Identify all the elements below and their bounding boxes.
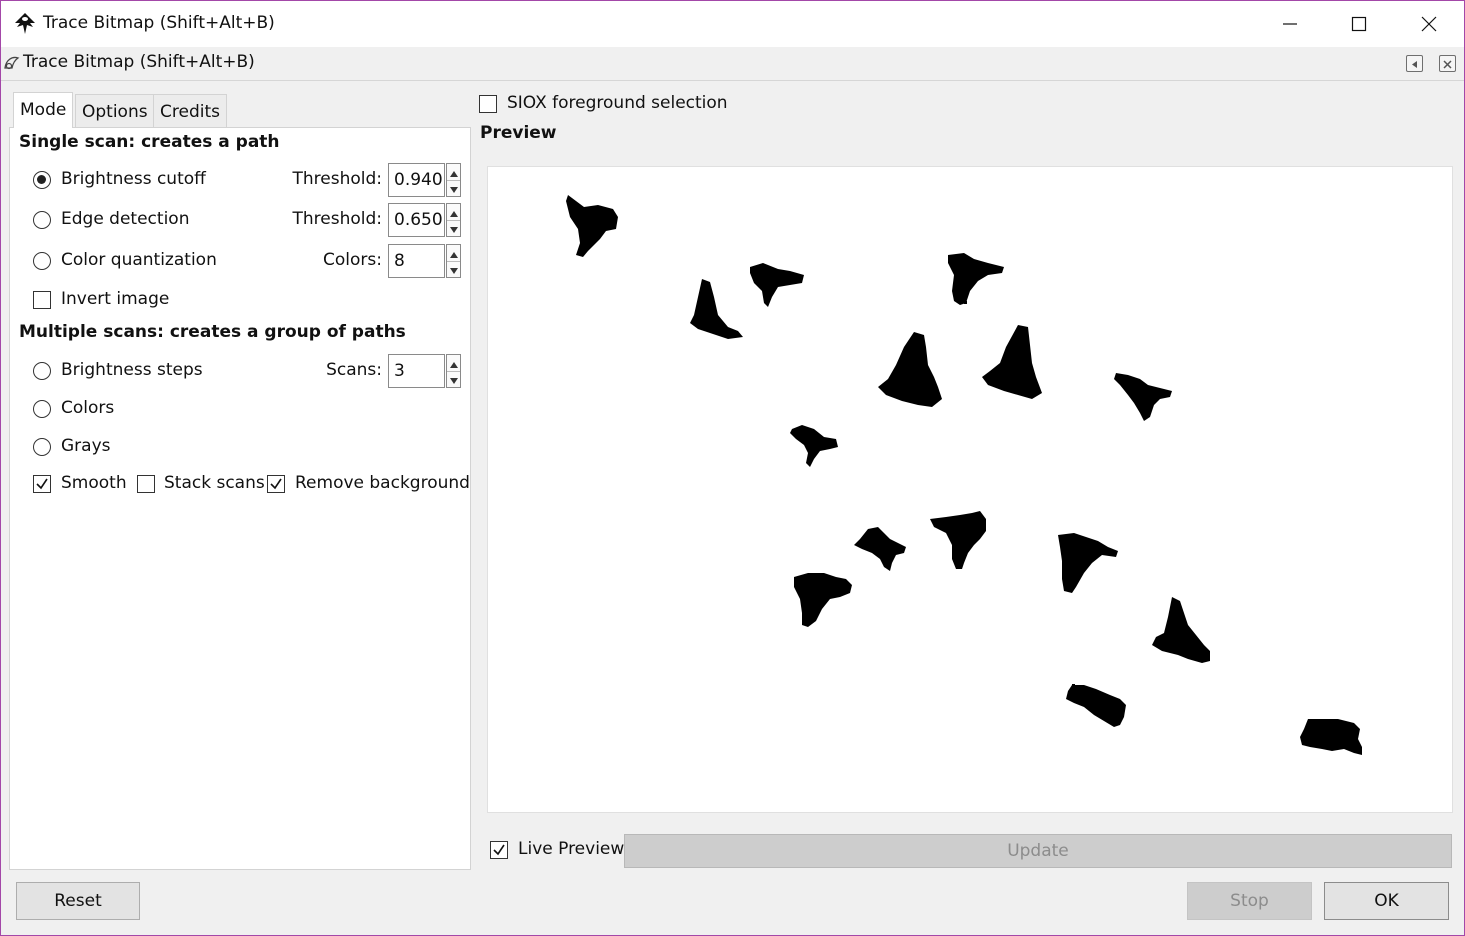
scans-spinbox[interactable]: 3	[388, 354, 462, 388]
close-icon	[1421, 16, 1437, 32]
minimize-button[interactable]	[1255, 1, 1325, 47]
tab-options-label: Options	[82, 102, 148, 122]
threshold-label: Threshold:	[292, 209, 382, 229]
inkscape-icon	[13, 12, 37, 36]
smooth-label: Smooth	[61, 473, 127, 493]
tab-credits-label: Credits	[160, 102, 220, 122]
stop-button[interactable]: Stop	[1187, 882, 1312, 920]
arrow-down-icon	[449, 218, 458, 238]
colors-label: Colors	[61, 398, 115, 418]
stack-scans-checkbox[interactable]	[137, 475, 155, 493]
ok-button[interactable]: OK	[1324, 882, 1449, 920]
brightness-threshold-spinbox[interactable]: 0.940	[388, 163, 462, 197]
dock-iconify-button[interactable]	[1406, 55, 1423, 72]
brightness-cutoff-radio[interactable]	[33, 171, 51, 189]
edge-threshold-input[interactable]: 0.650	[388, 203, 445, 237]
triangle-left-icon	[1410, 54, 1419, 74]
arrow-down-icon	[449, 369, 458, 389]
dock-header: Trace Bitmap (Shift+Alt+B)	[1, 47, 1464, 81]
edge-threshold-spinbox[interactable]: 0.650	[388, 203, 462, 237]
color-quantization-radio[interactable]	[33, 252, 51, 270]
brightness-threshold-input[interactable]: 0.940	[388, 163, 445, 197]
dock-close-button[interactable]	[1439, 55, 1456, 72]
tab-credits[interactable]: Credits	[153, 94, 227, 127]
color-quantization-label: Color quantization	[61, 250, 217, 270]
stack-scans-label: Stack scans	[164, 473, 265, 493]
colors-count-spinbox[interactable]: 8	[388, 244, 462, 278]
grays-label: Grays	[61, 436, 111, 456]
spin-down-button[interactable]	[447, 261, 460, 277]
edge-detection-label: Edge detection	[61, 209, 190, 229]
live-preview-checkbox[interactable]	[490, 841, 508, 859]
spin-arrows	[446, 244, 461, 278]
spin-arrows	[446, 163, 461, 197]
update-button[interactable]: Update	[624, 834, 1452, 868]
colors-count-label: Colors:	[323, 250, 382, 270]
traced-birds-image	[566, 195, 1362, 755]
maximize-icon	[1351, 16, 1367, 32]
siox-label: SIOX foreground selection	[507, 93, 728, 113]
close-icon	[1443, 54, 1452, 74]
live-preview-label: Live Preview	[518, 839, 625, 859]
scans-input[interactable]: 3	[388, 354, 445, 388]
tab-mode-label: Mode	[20, 100, 67, 120]
arrow-down-icon	[449, 178, 458, 198]
spin-arrows	[446, 354, 461, 388]
single-scan-title: Single scan: creates a path	[19, 132, 280, 152]
invert-image-label: Invert image	[61, 289, 170, 309]
colors-radio[interactable]	[33, 400, 51, 418]
mode-panel	[9, 127, 471, 870]
trace-bitmap-icon	[3, 54, 21, 77]
remove-background-label: Remove background	[295, 473, 470, 493]
multiple-scans-title: Multiple scans: creates a group of paths	[19, 322, 406, 342]
smooth-checkbox[interactable]	[33, 475, 51, 493]
grays-radio[interactable]	[33, 438, 51, 456]
threshold-label: Threshold:	[292, 169, 382, 189]
checkmark-icon	[36, 478, 48, 490]
tab-options[interactable]: Options	[75, 94, 155, 127]
title-bar[interactable]: Trace Bitmap (Shift+Alt+B)	[1, 1, 1464, 47]
spin-down-button[interactable]	[447, 371, 460, 387]
reset-button[interactable]: Reset	[16, 882, 140, 920]
siox-checkbox[interactable]	[479, 95, 497, 113]
invert-image-checkbox[interactable]	[33, 291, 51, 309]
brightness-steps-radio[interactable]	[33, 362, 51, 380]
remove-background-checkbox[interactable]	[267, 475, 285, 493]
colors-count-input[interactable]: 8	[388, 244, 445, 278]
spin-arrows	[446, 203, 461, 237]
checkmark-icon	[493, 844, 505, 856]
brightness-cutoff-label: Brightness cutoff	[61, 169, 206, 189]
maximize-button[interactable]	[1324, 1, 1394, 47]
spin-down-button[interactable]	[447, 180, 460, 196]
tab-mode[interactable]: Mode	[13, 92, 74, 128]
edge-detection-radio[interactable]	[33, 211, 51, 229]
window-title: Trace Bitmap (Shift+Alt+B)	[43, 13, 275, 33]
close-button[interactable]	[1394, 1, 1464, 47]
preview-title: Preview	[480, 123, 557, 143]
spin-down-button[interactable]	[447, 220, 460, 236]
scans-label: Scans:	[326, 360, 382, 380]
preview-area	[487, 166, 1453, 813]
minimize-icon	[1282, 16, 1298, 32]
arrow-down-icon	[449, 259, 458, 279]
checkmark-icon	[270, 478, 282, 490]
brightness-steps-label: Brightness steps	[61, 360, 203, 380]
dock-title: Trace Bitmap (Shift+Alt+B)	[23, 52, 255, 72]
